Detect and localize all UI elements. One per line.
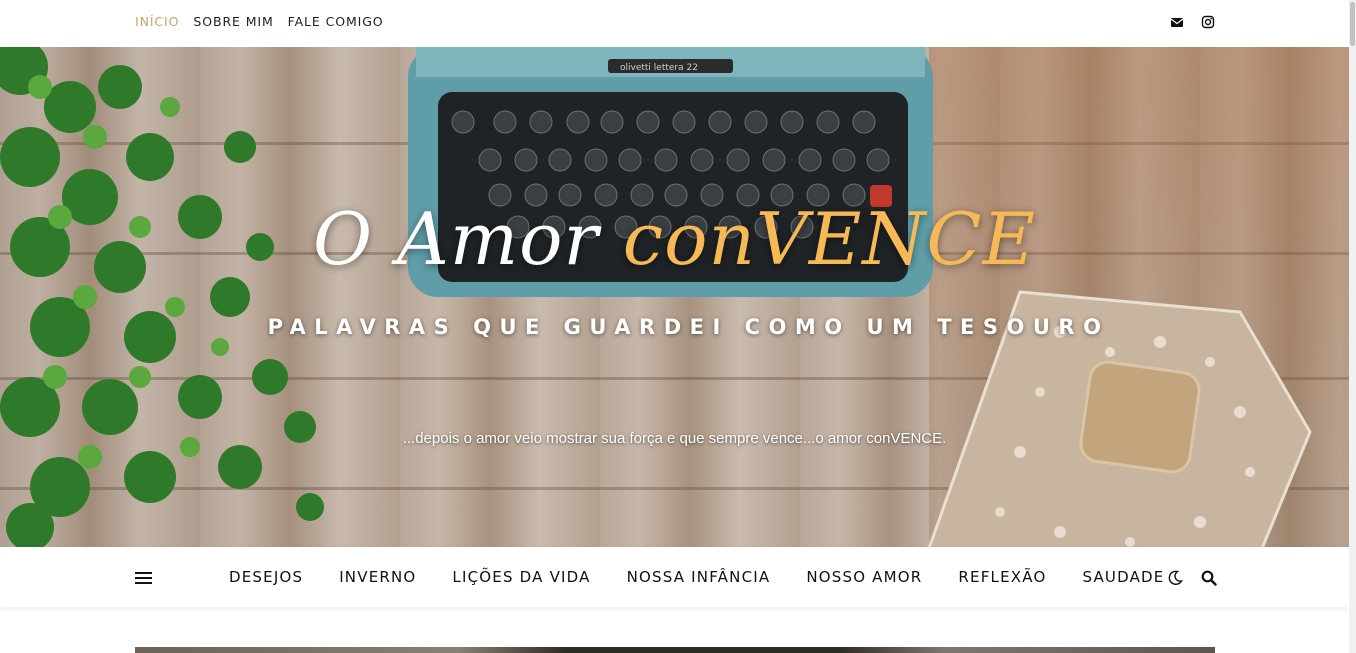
nav-item-reflexao[interactable]: REFLEXÃO xyxy=(958,568,1046,586)
typewriter-brand: olivetti lettera 22 xyxy=(620,63,698,73)
moon-icon[interactable] xyxy=(1167,570,1183,586)
scrollbar-thumb[interactable] xyxy=(1350,2,1355,46)
main-navigation: DESEJOS INVERNO LIÇÕES DA VIDA NOSSA INF… xyxy=(0,547,1349,607)
nav-item-nossa-infancia[interactable]: NOSSA INFÂNCIA xyxy=(627,568,771,586)
page-scrollbar[interactable] xyxy=(1349,0,1356,653)
nav-item-desejos[interactable]: DESEJOS xyxy=(229,568,303,586)
site-tagline: PALAVRAS QUE GUARDEI COMO UM TESOURO xyxy=(267,315,1110,339)
nav-item-saudade[interactable]: SAUDADE xyxy=(1082,568,1164,586)
nav-item-licoes-da-vida[interactable]: LIÇÕES DA VIDA xyxy=(452,568,590,586)
top-nav-inicio[interactable]: INÍCIO xyxy=(135,14,179,29)
plant-decoration xyxy=(0,47,324,547)
top-nav-sobre-mim[interactable]: SOBRE MIM xyxy=(193,14,273,29)
site-title-main: O Amor xyxy=(312,197,623,281)
nav-icons xyxy=(1167,570,1217,586)
nav-item-inverno[interactable]: INVERNO xyxy=(339,568,416,586)
site-title-accent: conVENCE xyxy=(622,197,1037,281)
site-title[interactable]: O Amor conVENCE xyxy=(0,197,1349,281)
notebook-decoration xyxy=(927,290,1312,547)
top-bar: INÍCIO SOBRE MIM FALE COMIGO xyxy=(0,0,1356,47)
site-description: ...depois o amor veio mostrar sua força … xyxy=(402,430,947,447)
category-menu: DESEJOS INVERNO LIÇÕES DA VIDA NOSSA INF… xyxy=(229,568,1200,586)
featured-post-image-top[interactable] xyxy=(135,647,1215,653)
top-navigation: INÍCIO SOBRE MIM FALE COMIGO xyxy=(135,14,384,29)
nav-item-nosso-amor[interactable]: NOSSO AMOR xyxy=(806,568,922,586)
top-nav-fale-comigo[interactable]: FALE COMIGO xyxy=(288,14,384,29)
instagram-icon[interactable] xyxy=(1201,15,1215,29)
menu-icon[interactable] xyxy=(135,572,152,584)
envelope-icon[interactable] xyxy=(1170,15,1184,29)
social-links xyxy=(1170,15,1215,29)
search-icon[interactable] xyxy=(1201,570,1217,586)
hero-banner: olivetti lettera 22 O Amor conVENCE PALA… xyxy=(0,47,1349,547)
